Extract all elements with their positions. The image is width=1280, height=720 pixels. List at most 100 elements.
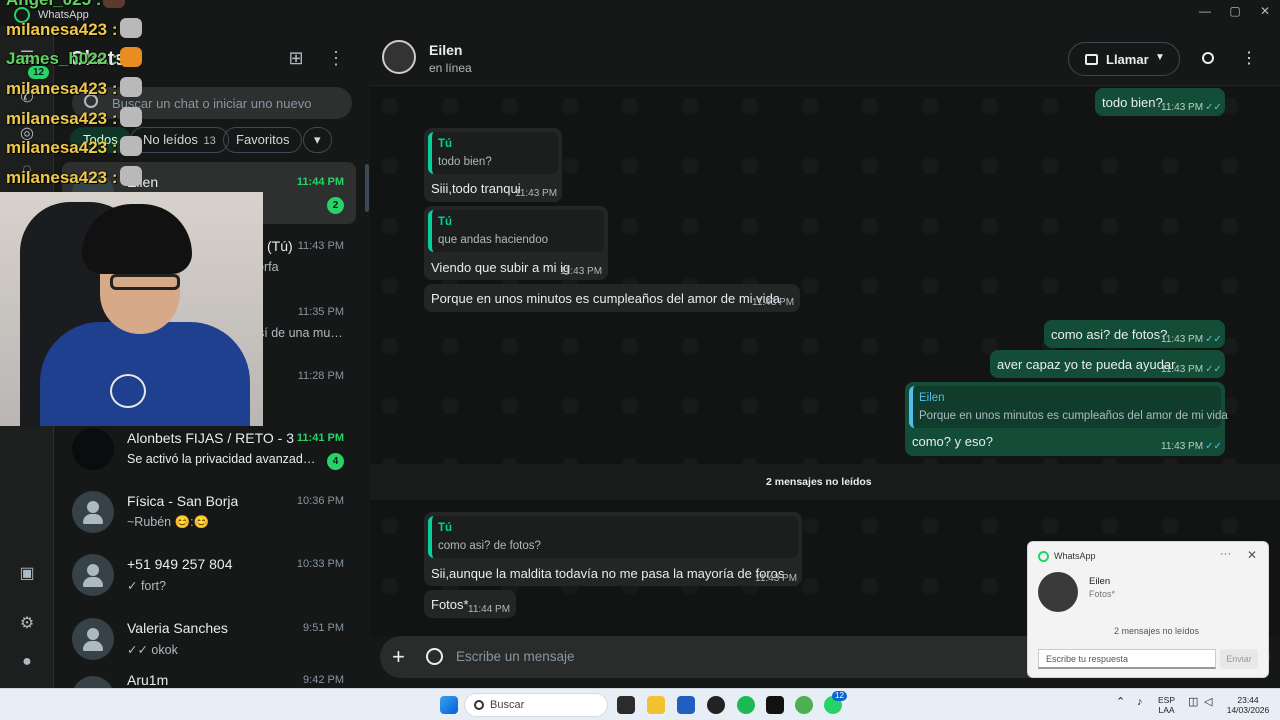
avatar: [72, 428, 114, 470]
chat-preview: Se activó la privacidad avanzada de…: [127, 452, 322, 466]
message-time: 11:43 PM ✓✓: [1161, 102, 1222, 113]
media-nav-icon[interactable]: ▣: [15, 562, 39, 586]
message-time: 11:44 PM: [468, 604, 511, 615]
attach-plus-icon[interactable]: +: [392, 644, 405, 670]
file-explorer-icon[interactable]: [647, 696, 665, 714]
quote-text: todo bien?: [438, 156, 492, 168]
lang-top: ESP: [1158, 695, 1176, 705]
close-button[interactable]: ✕: [1256, 4, 1274, 20]
person-icon-body: [83, 641, 103, 651]
message-incoming[interactable]: Tú todo bien? Siii,todo tranqui 11:43 PM: [424, 128, 562, 202]
toast-unread: 2 mensajes no leídos: [1114, 626, 1200, 636]
message-incoming[interactable]: Fotos* 11:44 PM: [424, 590, 516, 618]
store-icon[interactable]: [677, 696, 695, 714]
quoted-message[interactable]: Tú como asi? de fotos?: [428, 516, 798, 558]
new-chat-icon[interactable]: ⊞: [284, 46, 308, 70]
task-view-icon[interactable]: [617, 696, 635, 714]
emote-icon: [119, 47, 142, 67]
stream-chat-user: milanesa423: [6, 79, 108, 98]
toast-more-icon[interactable]: ···: [1220, 548, 1231, 560]
message-time-text: 11:43 PM: [1161, 441, 1204, 452]
sticker-icon[interactable]: [426, 648, 443, 665]
notification-toast[interactable]: WhatsApp ··· ✕ Eilen Fotos* 2 mensajes n…: [1027, 541, 1269, 678]
title-bar: WhatsApp — ▢ ✕: [0, 0, 1280, 26]
stream-chat-user: James_h022: [6, 49, 108, 68]
message-time: 11:43 PM: [515, 188, 558, 199]
message-outgoing[interactable]: todo bien? 11:43 PM ✓✓: [1095, 88, 1225, 116]
filter-unread[interactable]: No leídos 13: [130, 127, 229, 153]
profile-avatar-icon[interactable]: ●: [15, 650, 39, 674]
chat-preview: ✓✓ okok: [127, 643, 178, 657]
volume-icon[interactable]: ◁: [1204, 697, 1212, 708]
stream-chat-user: milanesa423: [6, 168, 108, 187]
chat-row[interactable]: Alonbets FIJAS / RETO - 3 11:41 PM Se ac…: [62, 418, 356, 480]
stream-chat-line: James_h022 :: [6, 47, 142, 69]
contact-avatar[interactable]: [382, 40, 416, 74]
start-windows-icon[interactable]: [440, 696, 458, 714]
tray-chevron-icon[interactable]: ⌃: [1116, 697, 1125, 708]
taskbar-search[interactable]: Buscar: [464, 693, 608, 717]
message-outgoing[interactable]: como asi? de fotos? 11:43 PM ✓✓: [1044, 320, 1225, 348]
message-time: 11:43 PM ✓✓: [1161, 364, 1222, 375]
search-icon[interactable]: [1202, 52, 1214, 64]
stream-chat-text: :: [96, 0, 102, 9]
stream-chat-line: Angel_025 :: [6, 0, 126, 10]
quoted-message[interactable]: Eilen Porque en unos minutos es cumpleañ…: [909, 386, 1228, 428]
menu-kebab-icon[interactable]: ⋮: [324, 46, 348, 70]
conversation-header: Eilen en línea Llamar ▼ ⋮: [370, 26, 1280, 86]
chat-preview: sí de una mu…: [258, 326, 343, 340]
message-outgoing[interactable]: aver capaz yo te pueda ayudar 11:43 PM ✓✓: [990, 350, 1225, 378]
filter-favorites[interactable]: Favoritos: [223, 127, 303, 153]
chat-time: 9:51 PM: [303, 622, 344, 634]
obs-icon[interactable]: [707, 696, 725, 714]
minimize-button[interactable]: —: [1196, 4, 1214, 20]
toast-reply-input[interactable]: Escribe tu respuesta: [1038, 649, 1216, 669]
message-time-text: 11:43 PM: [1161, 364, 1204, 375]
chat-row[interactable]: Valeria Sanches 9:51 PM ✓✓ okok: [62, 608, 356, 670]
message-outgoing[interactable]: Eilen Porque en unos minutos es cumpleañ…: [905, 382, 1228, 456]
chat-row[interactable]: +51 949 257 804 10:33 PM ✓ fort?: [62, 544, 356, 606]
language-indicator[interactable]: ESP LAA: [1158, 695, 1175, 715]
microphone-icon[interactable]: ♪: [1137, 697, 1143, 708]
message-incoming[interactable]: Tú como asi? de fotos? Sii,aunque la mal…: [424, 512, 802, 586]
stream-chat-line: milanesa423 :: [6, 18, 142, 40]
chat-preview: ✓ fort?: [127, 579, 166, 593]
message-text: Fotos*: [431, 597, 469, 612]
avatar: [72, 618, 114, 660]
message-time: 11:43 PM: [755, 573, 798, 584]
message-incoming[interactable]: Tú que andas haciendoo Viendo que subir …: [424, 206, 608, 280]
filter-unread-count: 13: [203, 135, 216, 147]
chat-row[interactable]: Aru1m 9:42 PM: [62, 666, 356, 688]
network-icon[interactable]: ◫: [1188, 697, 1198, 708]
chat-time: 11:28 PM: [297, 370, 344, 382]
taskbar-badge: 12: [832, 691, 847, 701]
stream-chat-line: milanesa423 :: [6, 136, 142, 158]
chat-row[interactable]: Física - San Borja 10:36 PM ~Rubén 😊:😊: [62, 481, 356, 543]
toast-send-button[interactable]: Enviar: [1220, 649, 1258, 669]
filter-unread-label: No leídos: [143, 132, 198, 147]
message-time-text: 11:43 PM: [1161, 334, 1204, 345]
webcam-shirt: [40, 322, 250, 426]
emote-icon: [119, 136, 142, 156]
maximize-button[interactable]: ▢: [1226, 4, 1244, 20]
stream-chat-text: :: [111, 109, 118, 128]
quoted-message[interactable]: Tú todo bien?: [428, 132, 558, 174]
clock[interactable]: 23:44 14/03/2026: [1224, 695, 1272, 715]
contact-name[interactable]: Eilen: [429, 42, 462, 58]
message-text: Porque en unos minutos es cumpleaños del…: [431, 291, 781, 306]
quote-text: Porque en unos minutos es cumpleaños del…: [919, 410, 1228, 422]
settings-gear-icon[interactable]: ⚙: [15, 612, 39, 636]
menu-kebab-icon[interactable]: ⋮: [1238, 48, 1260, 70]
filter-more-chevron-icon[interactable]: ▾: [303, 127, 332, 153]
toast-close-icon[interactable]: ✕: [1247, 548, 1257, 562]
call-button[interactable]: Llamar ▼: [1068, 42, 1180, 76]
person-icon: [87, 628, 99, 640]
tiktok-icon[interactable]: [766, 696, 784, 714]
emote-icon: [103, 0, 126, 8]
chat-list-scrollbar[interactable]: [365, 164, 369, 212]
spotify-icon[interactable]: [737, 696, 755, 714]
chrome-icon[interactable]: [795, 696, 813, 714]
stream-chat-user: milanesa423: [6, 138, 108, 157]
message-incoming[interactable]: Porque en unos minutos es cumpleaños del…: [424, 284, 800, 312]
quoted-message[interactable]: Tú que andas haciendoo: [428, 210, 604, 252]
